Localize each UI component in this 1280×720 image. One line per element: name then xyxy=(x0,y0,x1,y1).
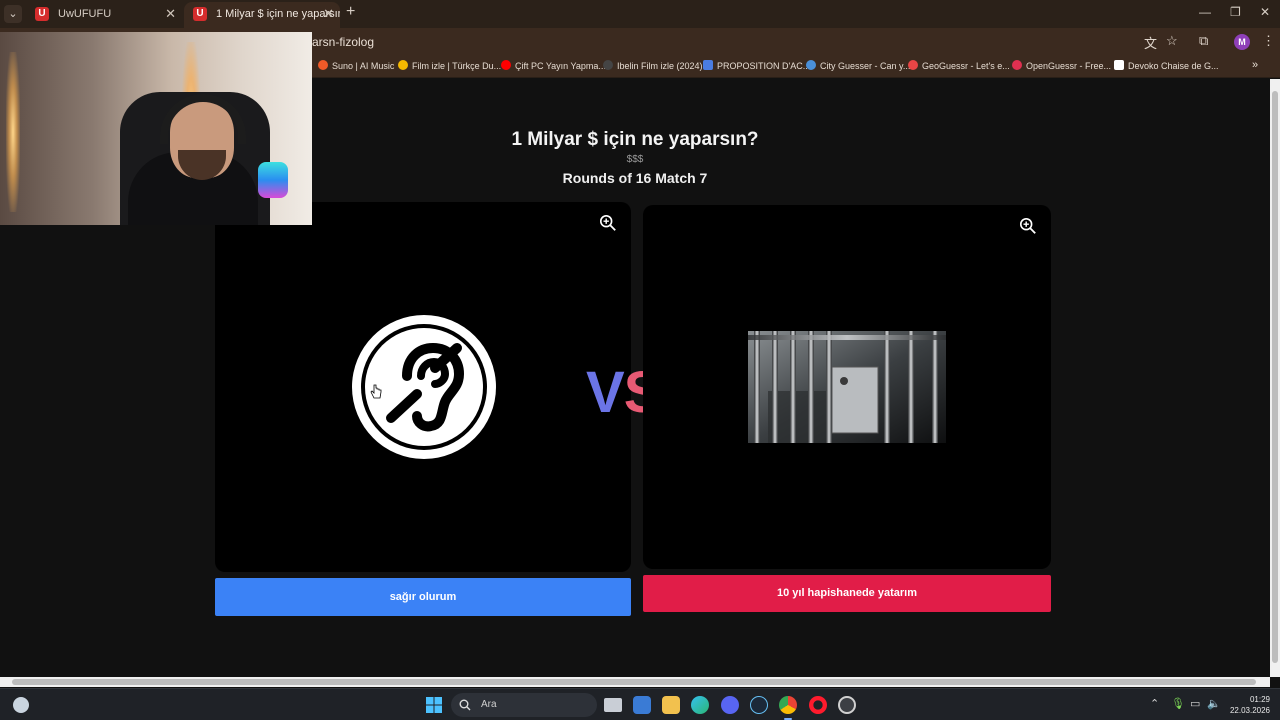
steam-icon[interactable] xyxy=(750,696,768,714)
profile-avatar[interactable]: M xyxy=(1234,34,1250,50)
address-bar[interactable]: arsn-fizolog xyxy=(300,30,1140,54)
taskbar-search[interactable]: Ara xyxy=(451,693,597,717)
webcam-overlay xyxy=(0,32,312,225)
translate-icon[interactable]: 文 xyxy=(1144,33,1157,52)
horizontal-scrollbar[interactable] xyxy=(0,677,1270,687)
bookmark-label: Film izle | Türkçe Du... xyxy=(412,61,502,71)
search-icon xyxy=(459,699,471,711)
tab-label: UwUFUFU xyxy=(58,8,112,20)
left-choice-button[interactable]: sağır olurum xyxy=(215,578,631,616)
bookmark-item[interactable]: OpenGuessr - Free... xyxy=(1012,60,1111,71)
vs-v: V xyxy=(586,360,625,425)
store-icon[interactable] xyxy=(633,696,651,714)
tab-current-game[interactable]: U 1 Milyar $ için ne yaparsın? | Uw ✕ xyxy=(184,2,340,28)
bookmarks-overflow-icon[interactable]: » xyxy=(1252,59,1258,71)
folder-icon[interactable] xyxy=(662,696,680,714)
scrollbar-thumb[interactable] xyxy=(12,679,1256,685)
bookmark-item[interactable]: Devoko Chaise de G... xyxy=(1114,60,1219,71)
globe-icon xyxy=(806,60,816,70)
windows-taskbar: Ara ⌃ 🎙 ▭ 🔈 01:29 22.03.2026 xyxy=(0,688,1280,720)
windows-start-icon[interactable] xyxy=(426,697,442,713)
minimize-icon[interactable]: — xyxy=(1199,5,1211,19)
prison-cell-image xyxy=(748,331,946,443)
suno-icon xyxy=(318,60,328,70)
edge-icon[interactable] xyxy=(691,696,709,714)
tab-label: 1 Milyar $ için ne yaparsın? | Uw xyxy=(216,8,340,20)
restore-icon[interactable]: ❐ xyxy=(1230,5,1241,19)
microphone-icon[interactable]: 🎙 xyxy=(1171,697,1185,710)
search-placeholder: Ara xyxy=(481,699,497,710)
zoom-in-icon[interactable] xyxy=(1019,217,1037,235)
volume-icon[interactable]: 🔈 xyxy=(1207,697,1221,710)
uwufufu-favicon-icon: U xyxy=(193,7,207,21)
bookmark-label: Çift PC Yayın Yapma... xyxy=(515,61,606,71)
bookmark-item[interactable]: City Guesser - Can y... xyxy=(806,60,910,71)
amazon-icon xyxy=(1114,60,1124,70)
right-choice-card[interactable] xyxy=(643,205,1051,569)
system-clock[interactable]: 01:29 22.03.2026 xyxy=(1228,694,1270,716)
film-icon xyxy=(398,60,408,70)
hand-cursor-icon xyxy=(370,384,382,399)
bookmark-label: PROPOSITION D'AC... xyxy=(717,61,811,71)
tray-overflow-icon[interactable]: ⌃ xyxy=(1150,697,1159,710)
bookmark-label: City Guesser - Can y... xyxy=(820,61,911,71)
zoom-in-icon[interactable] xyxy=(599,214,617,232)
browser-tab-bar: ⌄ U UwUFUFU ✕ U 1 Milyar $ için ne yapar… xyxy=(0,0,1280,28)
close-tab-icon[interactable]: ✕ xyxy=(323,2,334,26)
tab-search-icon[interactable]: ⌄ xyxy=(4,5,22,23)
tab-uwufufu[interactable]: U UwUFUFU ✕ xyxy=(26,2,182,28)
right-choice-button[interactable]: 10 yıl hapishanede yatarım xyxy=(643,575,1051,612)
bookmark-label: Suno | AI Music xyxy=(332,61,395,71)
uwufufu-favicon-icon: U xyxy=(35,7,49,21)
docs-icon xyxy=(703,60,713,70)
discord-icon[interactable] xyxy=(721,696,739,714)
weather-widget-icon[interactable] xyxy=(13,697,29,713)
lamp-light xyxy=(6,52,20,212)
clock-date: 22.03.2026 xyxy=(1229,706,1270,715)
left-choice-card[interactable] xyxy=(215,202,631,572)
task-view-icon[interactable] xyxy=(604,698,622,712)
bookmark-label: Ibelin Film izle (2024) xyxy=(617,61,703,71)
bookmark-item[interactable]: PROPOSITION D'AC... xyxy=(703,60,810,71)
network-icon[interactable]: ▭ xyxy=(1190,697,1200,710)
bookmark-label: GeoGuessr - Let's e... xyxy=(922,61,1010,71)
bookmark-item[interactable]: Ibelin Film izle (2024) xyxy=(603,60,703,71)
youtube-icon xyxy=(501,60,511,70)
clock-time: 01:29 xyxy=(1249,695,1270,704)
bookmark-item[interactable]: GeoGuessr - Let's e... xyxy=(908,60,1010,71)
extensions-icon[interactable]: ⧉ xyxy=(1199,33,1208,49)
map-pin-icon xyxy=(908,60,918,70)
new-tab-plus-icon[interactable]: + xyxy=(346,3,355,21)
opera-icon[interactable] xyxy=(809,696,827,714)
chrome-icon[interactable] xyxy=(779,696,797,720)
openguessr-icon xyxy=(1012,60,1022,70)
bookmark-item[interactable]: Film izle | Türkçe Du... xyxy=(398,60,501,71)
bookmark-label: Devoko Chaise de G... xyxy=(1128,61,1219,71)
obs-icon[interactable] xyxy=(838,696,856,714)
bookmark-item[interactable]: Çift PC Yayın Yapma... xyxy=(501,60,606,71)
scrollbar-thumb[interactable] xyxy=(1272,91,1278,663)
bookmark-item[interactable]: Suno | AI Music xyxy=(318,60,394,71)
browser-menu-icon[interactable]: ⋮ xyxy=(1262,33,1275,49)
vertical-scrollbar[interactable] xyxy=(1270,79,1280,677)
bookmark-label: OpenGuessr - Free... xyxy=(1026,61,1112,71)
rgb-microphone xyxy=(258,162,288,198)
window-close-icon[interactable]: ✕ xyxy=(1260,5,1270,19)
close-tab-icon[interactable]: ✕ xyxy=(165,2,176,26)
film-reel-icon xyxy=(603,60,613,70)
bookmark-star-icon[interactable]: ☆ xyxy=(1166,33,1178,49)
